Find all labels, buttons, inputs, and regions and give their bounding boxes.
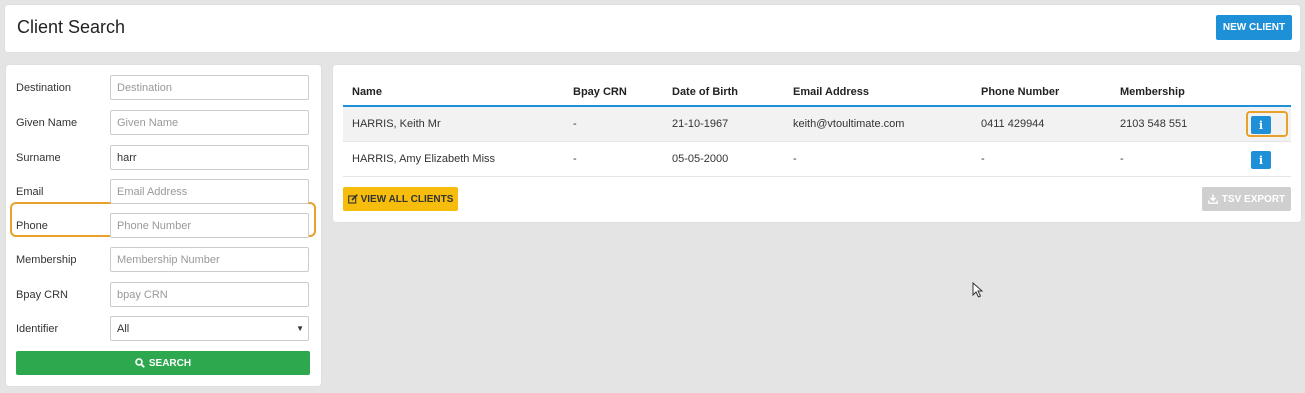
- column-header-bpay-crn[interactable]: Bpay CRN: [573, 86, 627, 98]
- column-header-email-address[interactable]: Email Address: [793, 86, 869, 98]
- bpay-crn-row: Bpay CRN: [6, 282, 321, 308]
- search-button[interactable]: SEARCH: [16, 351, 310, 375]
- destination-row: Destination: [6, 75, 321, 101]
- surname-input[interactable]: [110, 145, 309, 170]
- view-all-clients-button[interactable]: VIEW ALL CLIENTS: [343, 187, 458, 211]
- cell-phone: -: [981, 153, 985, 165]
- search-icon: [135, 358, 145, 368]
- membership-label: Membership: [16, 254, 77, 266]
- identifier-select[interactable]: All ▼: [110, 316, 309, 341]
- search-button-label: SEARCH: [148, 357, 192, 369]
- tsv-export-button[interactable]: TSV EXPORT: [1202, 187, 1291, 211]
- identifier-row: Identifier All ▼: [6, 316, 321, 342]
- cell-date-of-birth: 21-10-1967: [672, 118, 729, 130]
- cell-date-of-birth: 05-05-2000: [672, 153, 729, 165]
- tsv-export-label: TSV EXPORT: [1221, 193, 1286, 205]
- destination-label: Destination: [16, 82, 72, 94]
- membership-input[interactable]: [110, 247, 309, 272]
- cell-phone: 0411 429944: [981, 118, 1045, 130]
- identifier-label: Identifier: [16, 323, 59, 335]
- table-header: Name Bpay CRN Date of Birth Email Addres…: [343, 77, 1291, 107]
- column-header-membership[interactable]: Membership: [1120, 86, 1185, 98]
- phone-label: Phone: [16, 220, 48, 232]
- cell-name: HARRIS, Amy Elizabeth Miss: [352, 153, 496, 165]
- edit-icon: [347, 194, 358, 204]
- membership-row: Membership: [6, 247, 321, 273]
- given-name-input[interactable]: [110, 110, 309, 135]
- view-all-clients-label: VIEW ALL CLIENTS: [360, 193, 454, 205]
- table-row[interactable]: HARRIS, Keith Mr - 21-10-1967 keith@vtou…: [343, 107, 1291, 142]
- cell-membership: -: [1120, 153, 1124, 165]
- cell-email: -: [793, 153, 797, 165]
- page-title: Client Search: [17, 17, 126, 37]
- given-name-label: Given Name: [16, 117, 78, 129]
- page-header: Client Search NEW CLIENT: [5, 5, 1300, 52]
- cell-bpay-crn: -: [573, 153, 577, 165]
- bpay-crn-input[interactable]: [110, 282, 309, 307]
- results-panel: Name Bpay CRN Date of Birth Email Addres…: [333, 65, 1301, 222]
- download-icon: [1207, 194, 1218, 204]
- destination-input[interactable]: [110, 75, 309, 100]
- email-label: Email: [16, 186, 44, 198]
- column-header-phone-number[interactable]: Phone Number: [981, 86, 1059, 98]
- new-client-button[interactable]: NEW CLIENT: [1216, 15, 1292, 40]
- phone-input[interactable]: [110, 213, 309, 238]
- email-row: Email: [6, 179, 321, 205]
- search-filters-panel: Destination Given Name Surname Email Pho…: [6, 65, 321, 386]
- column-header-name[interactable]: Name: [352, 86, 382, 98]
- cell-email: keith@vtoultimate.com: [793, 118, 905, 130]
- caret-down-icon: ▼: [296, 324, 304, 333]
- surname-row: Surname: [6, 145, 321, 171]
- info-button[interactable]: i: [1251, 151, 1271, 169]
- cell-membership: 2103 548 551: [1120, 118, 1188, 130]
- identifier-selected-value: All: [110, 316, 309, 341]
- given-name-row: Given Name: [6, 110, 321, 136]
- mouse-pointer-icon: [972, 282, 984, 298]
- table-row[interactable]: HARRIS, Amy Elizabeth Miss - 05-05-2000 …: [343, 142, 1291, 177]
- cell-bpay-crn: -: [573, 118, 577, 130]
- phone-row: Phone: [6, 213, 321, 239]
- surname-label: Surname: [16, 152, 61, 164]
- info-button[interactable]: i: [1251, 116, 1271, 134]
- info-icon: i: [1258, 153, 1264, 167]
- cell-name: HARRIS, Keith Mr: [352, 118, 441, 130]
- info-icon: i: [1258, 118, 1264, 132]
- bpay-crn-label: Bpay CRN: [16, 289, 68, 301]
- column-header-date-of-birth[interactable]: Date of Birth: [672, 86, 738, 98]
- email-input[interactable]: [110, 179, 309, 204]
